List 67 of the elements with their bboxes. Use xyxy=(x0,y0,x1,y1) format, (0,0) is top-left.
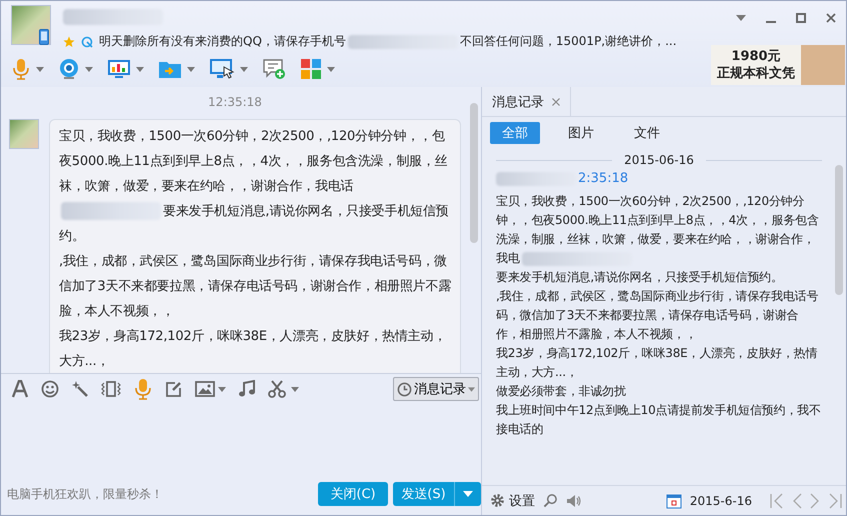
next-icon[interactable] xyxy=(810,492,820,508)
image-icon[interactable] xyxy=(195,380,215,398)
message-text: 宝贝，我收费，1500一次60分钟，2次2500，,120分钟分钟，，包夜5000.晚上11点到到早上8点，，4次，，服务包含洗澡，制服，丝袜，吹箫，做爱，要来在约哈，，谢谢合作，我电 xyxy=(496,193,820,268)
filter-tab[interactable]: 文件 xyxy=(622,122,672,144)
webcam-icon[interactable] xyxy=(58,58,80,80)
message-time: 12:35:18 xyxy=(207,95,263,109)
clock-icon xyxy=(397,382,412,396)
chart-screen-icon[interactable] xyxy=(107,59,131,79)
close-icon[interactable] xyxy=(552,98,560,106)
first-page-icon[interactable] xyxy=(770,492,784,508)
contact-avatar[interactable] xyxy=(11,5,51,45)
date-divider: 2015-06-16 xyxy=(624,153,694,167)
message-text: 我23岁，身高172,102斤，咪咪38E，人漂亮，皮肤好，热情主动，大方...， xyxy=(59,328,448,371)
folder-arrow-icon[interactable] xyxy=(158,59,182,79)
caret-icon[interactable] xyxy=(327,66,335,72)
close-icon[interactable] xyxy=(826,13,836,23)
star-icon xyxy=(63,36,75,48)
message-text: 我23岁，身高172,102斤，咪咪38E，人漂亮，皮肤好，热情主动，大方...， xyxy=(496,345,818,381)
app-grid-icon[interactable] xyxy=(300,58,322,80)
signature-text: 明天删除所有没有来消费的QQ，请保存手机号 不回答任何问题，15001P,谢绝讲价，... xyxy=(99,33,677,50)
settings-label[interactable]: 设置 xyxy=(509,492,535,510)
music-note-icon[interactable] xyxy=(238,380,256,398)
maximize-icon[interactable] xyxy=(796,13,806,23)
magic-wand-icon[interactable] xyxy=(71,380,89,398)
history-tab[interactable]: 消息记录 xyxy=(482,87,571,116)
swirl-icon xyxy=(81,36,93,48)
scissors-icon[interactable] xyxy=(268,380,288,398)
message-text: ,我住，成都，武侯区，鹭岛国际商业步行街，请保存我电话号码，微信加了3天不来都要拉黑，请保存电话号码，谢谢合作，相册照片不露脸，本人不视频，， xyxy=(496,288,820,343)
vibrate-icon[interactable] xyxy=(101,380,121,398)
caret-icon[interactable] xyxy=(240,66,248,72)
message-text: ,我住，成都，武侯区，鹭岛国际商业步行街，请保存我电话号码，微信加了3天不来都要拉黑，请保存电话号码，谢谢合作，相册照片不露脸，本人不视频，， xyxy=(59,253,452,321)
message-text: 要来发手机短消息,请说你网名，只接受手机短信预约。 xyxy=(496,269,784,286)
message-text: 做爱必须带套，非诚勿扰 xyxy=(496,383,627,400)
message-history-button[interactable]: 消息记录 xyxy=(393,377,479,401)
last-page-icon[interactable] xyxy=(828,492,842,508)
ad-text[interactable]: 正规本科文凭 xyxy=(717,65,795,82)
font-icon[interactable] xyxy=(11,380,29,398)
search-icon[interactable] xyxy=(543,493,558,508)
microphone-icon[interactable] xyxy=(11,58,31,80)
calendar-icon[interactable] xyxy=(666,492,682,508)
caret-icon[interactable] xyxy=(36,66,44,72)
caret-icon xyxy=(468,386,475,392)
filter-tab[interactable]: 图片 xyxy=(556,122,606,144)
caret-icon[interactable] xyxy=(187,66,195,72)
speaker-icon[interactable] xyxy=(566,492,582,508)
message-text: 我上班时间中午12点到晚上10点请提前发手机短信预约，我不接电话的 xyxy=(496,402,822,438)
caret-icon[interactable] xyxy=(85,66,93,72)
promo-link[interactable]: 电脑手机狂欢趴，限量秒杀！ xyxy=(7,486,313,502)
ad-banner[interactable]: 1980元 正规本科文凭 xyxy=(711,45,845,85)
monitor-cursor-icon[interactable] xyxy=(209,58,235,80)
caret-icon[interactable] xyxy=(291,386,299,392)
caret-icon[interactable] xyxy=(136,66,144,72)
previous-icon[interactable] xyxy=(792,492,802,508)
date-picker[interactable]: 2015-6-16 xyxy=(690,494,752,508)
phone-icon xyxy=(39,29,49,45)
message-text: 宝贝，我收费，1500一次60分钟，2次2500，,120分钟分钟，，包夜5000.晚上11点到到早上8点，，4次，，服务包含洗澡，制服，丝袜，吹箫，做爱，要来在约哈，，谢谢合作，我电话 要来发手机短消息,请说你网名，只接受手机短信预约。 xyxy=(59,128,450,246)
caret-icon[interactable] xyxy=(218,386,226,392)
edit-icon[interactable] xyxy=(165,380,183,398)
dropdown-icon[interactable] xyxy=(736,15,746,21)
caret-icon xyxy=(463,491,473,497)
photo-placeholder xyxy=(801,45,845,85)
settings-icon[interactable] xyxy=(490,493,505,508)
message-time: 2:35:18 xyxy=(578,171,628,186)
chat-add-icon[interactable] xyxy=(262,58,286,80)
ad-text[interactable]: 1980元 xyxy=(731,48,781,65)
smiley-icon[interactable] xyxy=(41,380,59,398)
microphone-icon[interactable] xyxy=(133,378,153,400)
